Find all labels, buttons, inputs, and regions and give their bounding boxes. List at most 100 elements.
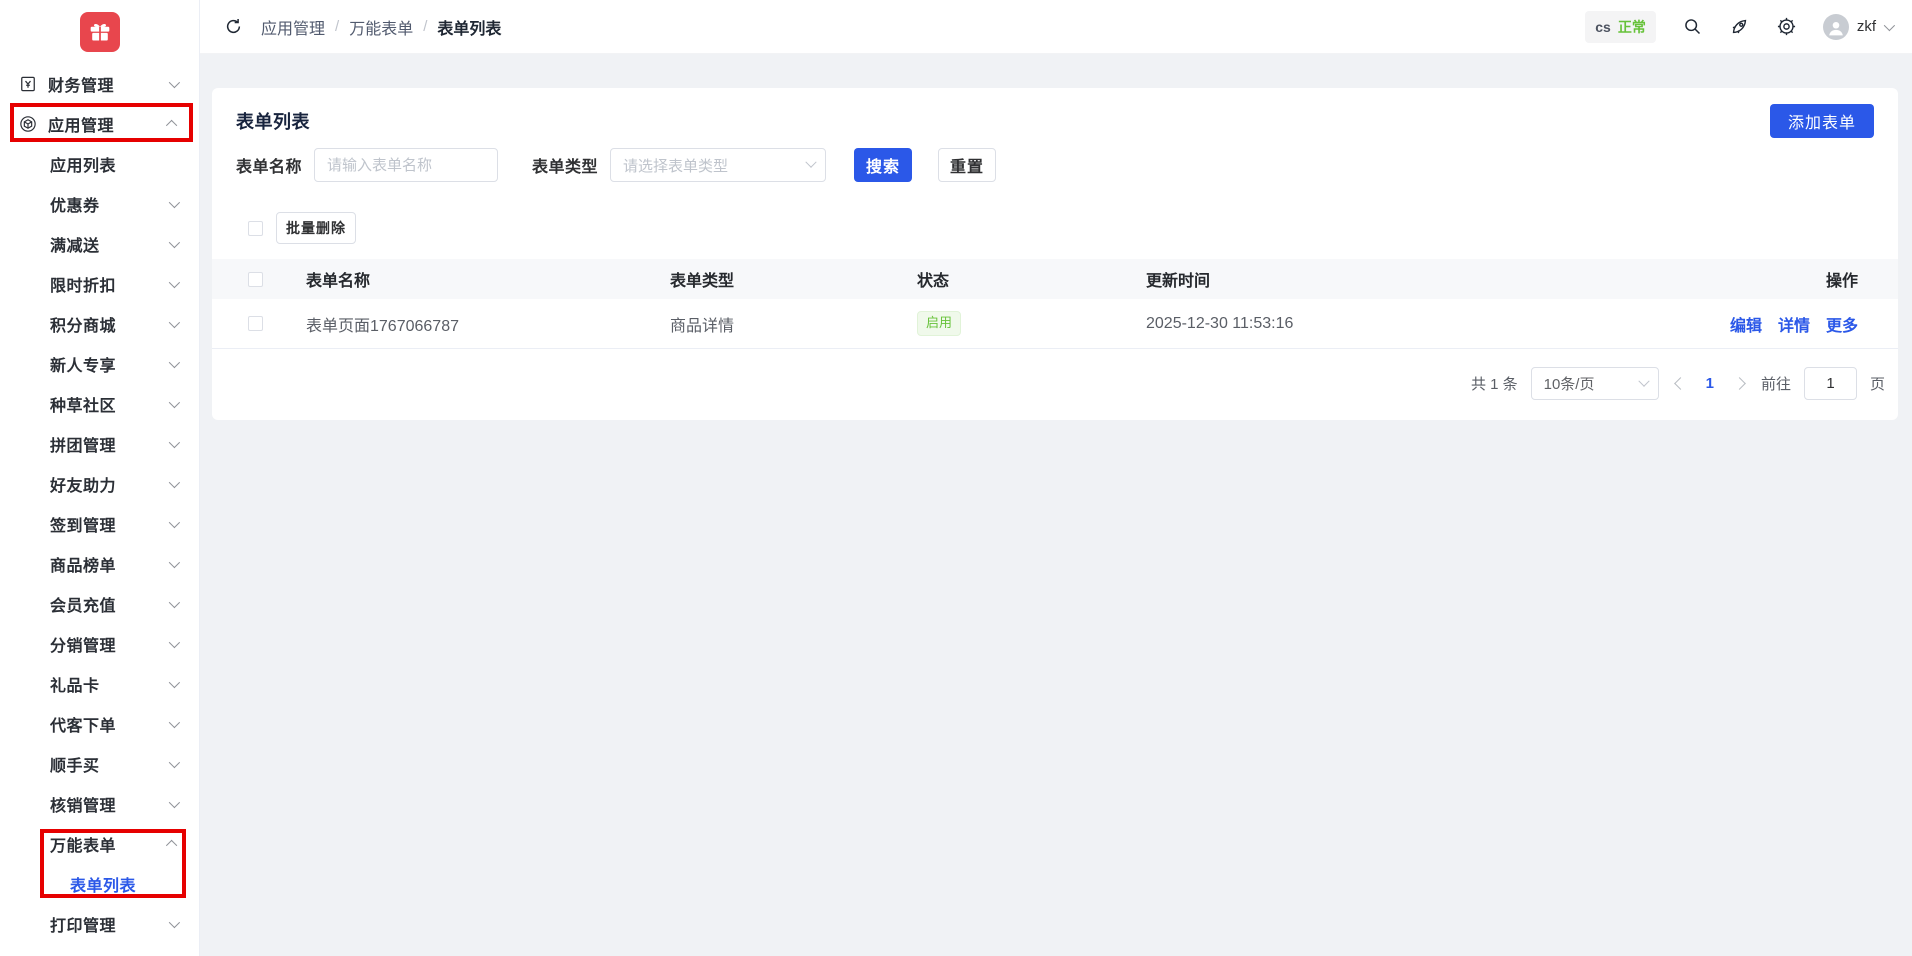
form-type-select-value: 请选择表单类型 bbox=[623, 157, 729, 175]
add-form-button[interactable]: 添加表单 bbox=[1769, 104, 1874, 138]
finance-icon bbox=[18, 74, 38, 94]
chevron-down-icon bbox=[168, 436, 181, 449]
form-type-select[interactable]: 请选择表单类型 bbox=[610, 148, 827, 182]
chevron-down-icon bbox=[1637, 375, 1650, 387]
sidebar-item-points-mall[interactable]: 积分商城 bbox=[0, 304, 199, 344]
chevron-down-icon bbox=[168, 556, 181, 569]
chevron-up-icon bbox=[165, 839, 178, 852]
sidebar-item-label: 拼团管理 bbox=[50, 438, 117, 455]
sidebar-item-member-recharge[interactable]: 会员充值 bbox=[0, 584, 199, 624]
sidebar-item-distribution[interactable]: 分销管理 bbox=[0, 624, 199, 664]
sidebar-item-gift-card[interactable]: 礼品卡 bbox=[0, 664, 199, 704]
sidebar-item-quick-buy[interactable]: 顺手买 bbox=[0, 744, 199, 784]
select-all-checkbox[interactable] bbox=[248, 220, 263, 236]
page-size-select[interactable]: 10条/页 bbox=[1530, 367, 1659, 400]
sidebar-item-finance[interactable]: 财务管理 bbox=[0, 64, 199, 104]
prev-page-button[interactable] bbox=[1673, 377, 1687, 390]
reset-button[interactable]: 重置 bbox=[938, 148, 997, 182]
search-button[interactable]: 搜索 bbox=[854, 148, 913, 182]
chevron-down-icon bbox=[168, 236, 181, 249]
table-header-row: 表单名称 表单类型 状态 更新时间 操作 bbox=[212, 259, 1898, 299]
chevron-down-icon bbox=[168, 396, 181, 409]
chevron-down-icon bbox=[168, 356, 181, 369]
chevron-down-icon bbox=[168, 276, 181, 289]
page-number[interactable]: 1 bbox=[1702, 375, 1718, 392]
form-type-label: 表单类型 bbox=[532, 159, 599, 176]
sidebar-item-product-ranking[interactable]: 商品榜单 bbox=[0, 544, 199, 584]
sidebar-item-community[interactable]: 种草社区 bbox=[0, 384, 199, 424]
sidebar-item-label: 顺手买 bbox=[50, 758, 100, 775]
next-page-button[interactable] bbox=[1733, 377, 1746, 390]
column-header: 操作 bbox=[1825, 273, 1858, 290]
sidebar-item-newcomer[interactable]: 新人专享 bbox=[0, 344, 199, 384]
filter-row: 表单名称 表单类型 请选择表单类型 搜索 重置 bbox=[212, 148, 1898, 182]
rocket-icon[interactable] bbox=[1729, 16, 1750, 37]
breadcrumb-separator: / bbox=[335, 18, 340, 35]
breadcrumb-item[interactable]: 表单列表 bbox=[437, 15, 501, 39]
sidebar-item-coupon[interactable]: 优惠券 bbox=[0, 184, 199, 224]
status-badge: 启用 bbox=[917, 311, 962, 336]
breadcrumb-separator: / bbox=[423, 18, 428, 35]
total-count: 共 1 条 bbox=[1470, 376, 1518, 393]
sidebar-item-universal-form[interactable]: 万能表单 bbox=[0, 824, 199, 864]
chevron-down-icon bbox=[168, 596, 181, 609]
page-title: 表单列表 bbox=[236, 112, 310, 132]
chevron-down-icon bbox=[168, 516, 181, 529]
chevron-down-icon bbox=[168, 196, 181, 209]
topbar-right: cs 正常 zkf bbox=[1585, 10, 1896, 43]
sidebar-item-check-in[interactable]: 签到管理 bbox=[0, 504, 199, 544]
avatar bbox=[1822, 13, 1849, 40]
chevron-down-icon bbox=[168, 476, 181, 489]
breadcrumb-item[interactable]: 应用管理 bbox=[261, 15, 325, 39]
edit-link[interactable]: 编辑 bbox=[1730, 312, 1762, 336]
sidebar-item-label: 核销管理 bbox=[50, 798, 117, 815]
sidebar-item-label: 种草社区 bbox=[50, 398, 117, 415]
gear-icon[interactable] bbox=[1776, 16, 1797, 37]
sidebar-item-label: 新人专享 bbox=[50, 358, 117, 375]
batch-delete-button[interactable]: 批量删除 bbox=[276, 212, 356, 244]
sidebar-item-limited-discount[interactable]: 限时折扣 bbox=[0, 264, 199, 304]
column-header: 状态 bbox=[917, 273, 950, 290]
cell-form-name: 表单页面1767066787 bbox=[306, 317, 459, 335]
cell-status: 启用 bbox=[917, 311, 1146, 336]
table-row: 表单页面1767066787 商品详情 启用 2025-12-30 11:53:16 编… bbox=[212, 299, 1898, 349]
header-checkbox[interactable] bbox=[248, 271, 263, 287]
sidebar-item-print[interactable]: 打印管理 bbox=[0, 904, 199, 944]
breadcrumb-item[interactable]: 万能表单 bbox=[349, 15, 413, 39]
app-logo[interactable] bbox=[79, 12, 120, 52]
goto-page-input[interactable] bbox=[1803, 367, 1857, 400]
sidebar-item-label: 财务管理 bbox=[48, 78, 115, 95]
sidebar-item-label: 代客下单 bbox=[50, 718, 117, 735]
sidebar-item-label: 分销管理 bbox=[50, 638, 117, 655]
sidebar-item-agent-order[interactable]: 代客下单 bbox=[0, 704, 199, 744]
sidebar-menu: 财务管理应用管理 应用列表优惠券满减送限时折扣积分商城新人专享种草社区拼团管理好友… bbox=[0, 64, 199, 944]
row-checkbox[interactable] bbox=[248, 316, 263, 331]
chevron-down-icon bbox=[168, 316, 181, 329]
sidebar-item-label: 限时折扣 bbox=[50, 278, 117, 295]
sidebar-item-label: 签到管理 bbox=[50, 518, 117, 535]
sidebar-item-app-list[interactable]: 应用列表 bbox=[0, 144, 199, 184]
cell-updated-time: 2025-12-30 11:53:16 bbox=[1146, 314, 1294, 332]
forms-table: 表单名称 表单类型 状态 更新时间 操作 表单页面1767066787 商品详情 启用 202… bbox=[212, 259, 1898, 349]
chevron-down-icon bbox=[168, 796, 181, 809]
user-menu[interactable]: zkf bbox=[1822, 13, 1896, 40]
goto-label: 前往 bbox=[1760, 376, 1791, 393]
chevron-down-icon bbox=[168, 636, 181, 649]
sidebar-item-group-buy[interactable]: 拼团管理 bbox=[0, 424, 199, 464]
sidebar-item-friend-assist[interactable]: 好友助力 bbox=[0, 464, 199, 504]
username: zkf bbox=[1856, 18, 1876, 35]
sidebar-item-apps[interactable]: 应用管理 bbox=[0, 104, 199, 144]
detail-link[interactable]: 详情 bbox=[1778, 312, 1810, 336]
search-icon[interactable] bbox=[1682, 16, 1703, 37]
more-link[interactable]: 更多 bbox=[1826, 312, 1858, 336]
site-status: 正常 bbox=[1617, 18, 1646, 35]
sidebar-item-form-list[interactable]: 表单列表 bbox=[0, 864, 199, 904]
refresh-icon[interactable] bbox=[224, 17, 243, 36]
table-body: 表单页面1767066787 商品详情 启用 2025-12-30 11:53:16 编… bbox=[212, 299, 1898, 349]
form-name-input[interactable] bbox=[314, 148, 499, 182]
sidebar-item-label: 优惠券 bbox=[50, 198, 100, 215]
sidebar-item-label: 表单列表 bbox=[70, 878, 137, 895]
sidebar-item-full-discount[interactable]: 满减送 bbox=[0, 224, 199, 264]
chevron-up-icon bbox=[165, 119, 178, 132]
sidebar-item-verification[interactable]: 核销管理 bbox=[0, 784, 199, 824]
